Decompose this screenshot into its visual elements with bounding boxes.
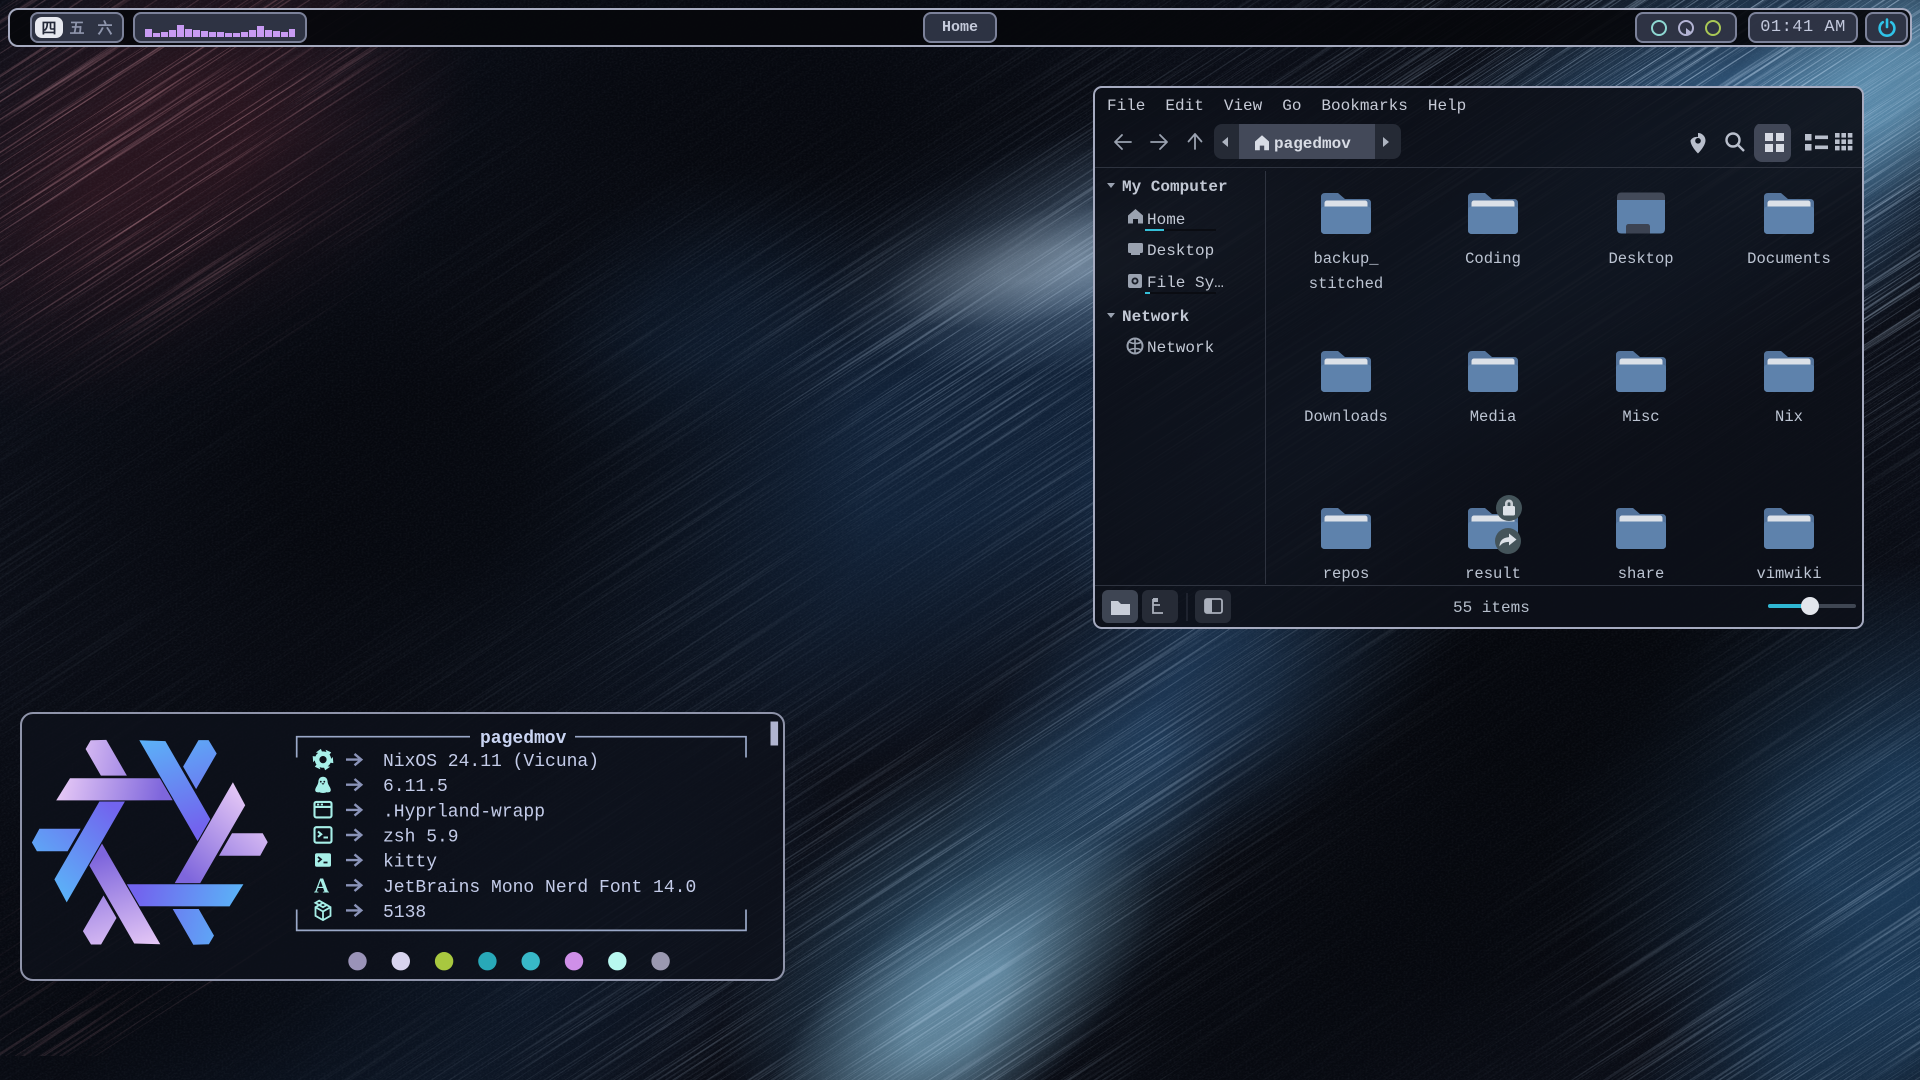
svg-text:NixOS 24.11 (Vicuna): NixOS 24.11 (Vicuna) — [383, 752, 599, 772]
svg-text:Home: Home — [1147, 211, 1185, 229]
svg-text:5138: 5138 — [383, 903, 426, 923]
svg-text:.Hyprland-wrapp: .Hyprland-wrapp — [383, 802, 545, 822]
svg-text:A: A — [314, 874, 330, 898]
svg-text:55 items: 55 items — [1453, 599, 1530, 617]
svg-text:kitty: kitty — [383, 853, 437, 873]
svg-text:File Sy…: File Sy… — [1147, 274, 1224, 292]
svg-text:My Computer: My Computer — [1122, 178, 1228, 196]
svg-text:Network: Network — [1122, 308, 1190, 326]
svg-text:zsh 5.9: zsh 5.9 — [383, 828, 459, 848]
svg-text:JetBrains Mono Nerd Font 14.0: JetBrains Mono Nerd Font 14.0 — [383, 878, 696, 898]
svg-text:Desktop: Desktop — [1147, 242, 1214, 260]
svg-text:6.11.5: 6.11.5 — [383, 777, 448, 797]
svg-text:pagedmov: pagedmov — [480, 729, 567, 749]
svg-text:pagedmov: pagedmov — [1274, 135, 1351, 153]
svg-text:Network: Network — [1147, 339, 1214, 357]
